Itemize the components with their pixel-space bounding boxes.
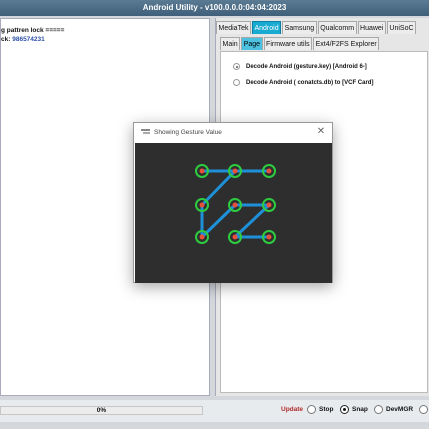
- tab-main[interactable]: Main: [220, 37, 241, 50]
- tab-unisoc[interactable]: UniSoC: [386, 21, 417, 34]
- option-decode-contacts[interactable]: Decode Android ( conatcts.db) to [VCF Ca…: [233, 79, 373, 86]
- tab-firmware-utils[interactable]: Firmware utils: [263, 37, 313, 50]
- brand-tabbar: MediaTek Android Samsung Qualcomm Huawei…: [216, 21, 417, 34]
- radio-button[interactable]: [419, 405, 428, 414]
- log-result-label: ck:: [1, 36, 11, 43]
- radio-button[interactable]: [233, 79, 240, 86]
- tab-samsung[interactable]: Samsung: [282, 21, 317, 34]
- tab-qualcomm[interactable]: Qualcomm: [317, 21, 357, 34]
- stop-label: Stop: [319, 406, 334, 413]
- tab-ext4-f2fs-explorer[interactable]: Ext4/F2FS Explorer: [313, 37, 380, 50]
- tab-huawei[interactable]: Huawei: [357, 21, 386, 34]
- stop-option[interactable]: Stop: [307, 405, 333, 414]
- radio-button[interactable]: [307, 405, 316, 414]
- function-tabbar: Main Page Firmware utils Ext4/F2FS Explo…: [220, 37, 380, 50]
- log-line: g pattren lock =====: [1, 27, 65, 34]
- devmgr-label: DevMGR: [386, 406, 414, 413]
- snap-option[interactable]: Snap: [340, 405, 368, 414]
- extra-option[interactable]: [419, 405, 429, 414]
- radio-button[interactable]: [374, 405, 383, 414]
- gesture-dialog: Showing Gesture Value ✕: [133, 122, 333, 283]
- log-result-value: 986574231: [12, 36, 45, 43]
- option-decode-gesture[interactable]: Decode Android (gesture.key) [Android 6-…: [233, 63, 367, 70]
- pattern-line: [200, 169, 237, 207]
- dialog-titlebar[interactable]: Showing Gesture Value ✕: [134, 123, 332, 143]
- progress-bar: 0%: [0, 406, 203, 415]
- devmgr-option[interactable]: DevMGR: [374, 405, 413, 414]
- app-icon: [141, 129, 150, 134]
- window-titlebar: Android Utility - v100.0.0.0:04:04:2023: [0, 0, 429, 16]
- gesture-canvas: [135, 143, 332, 283]
- tab-page[interactable]: Page: [241, 37, 263, 50]
- dialog-title: Showing Gesture Value: [154, 129, 222, 136]
- update-link[interactable]: Update: [281, 406, 303, 413]
- pattern-line: [233, 203, 271, 239]
- log-line-result: ck: 986574231: [1, 36, 45, 43]
- option-label: Decode Android ( conatcts.db) to [VCF Ca…: [246, 79, 374, 86]
- radio-button[interactable]: [340, 405, 349, 414]
- progress-text: 0%: [96, 407, 107, 414]
- snap-label: Snap: [352, 406, 368, 413]
- radio-button[interactable]: [233, 63, 240, 70]
- tab-mediatek[interactable]: MediaTek: [216, 21, 251, 34]
- window-title: Android Utility - v100.0.0.0:04:04:2023: [142, 3, 287, 12]
- status-bar: 0% Update Stop Snap DevMGR: [0, 400, 429, 422]
- close-icon[interactable]: ✕: [315, 126, 327, 138]
- option-label: Decode Android (gesture.key) [Android 6-…: [246, 63, 367, 70]
- tab-android[interactable]: Android: [251, 21, 282, 34]
